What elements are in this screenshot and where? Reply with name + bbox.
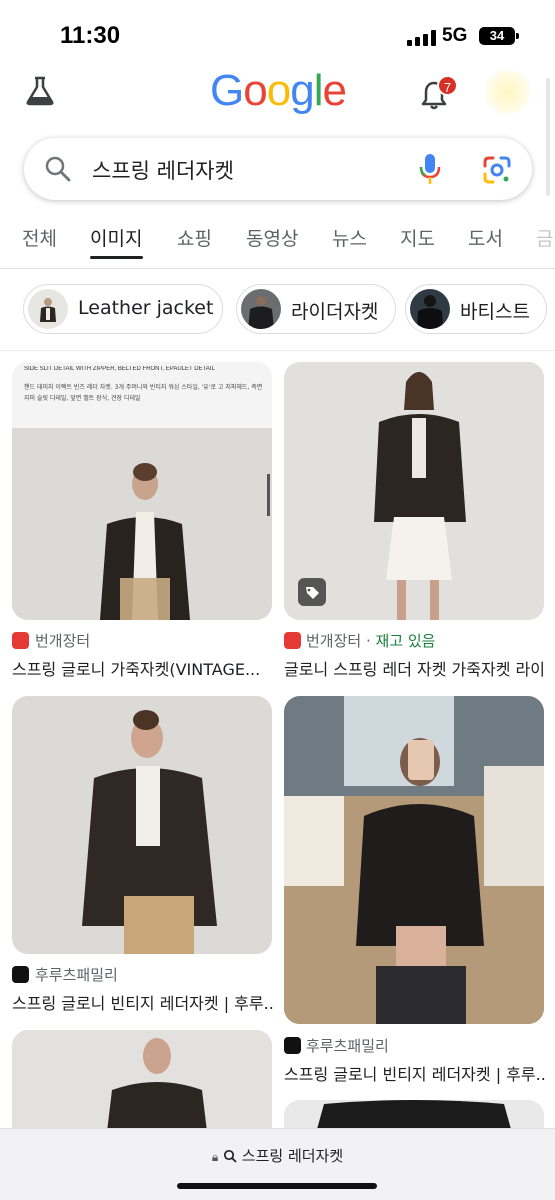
jacket-photo xyxy=(12,1030,272,1140)
address-bar[interactable]: 🔒︎ 스프링 레더자켓 xyxy=(0,1145,555,1166)
jacket-photo xyxy=(12,428,272,620)
camera-lens-icon[interactable] xyxy=(482,155,512,185)
chip-thumbnail xyxy=(410,289,450,329)
status-bar: 11:30 5G 34 xyxy=(0,0,555,70)
bungae-logo-icon xyxy=(12,632,29,649)
tab-more[interactable]: 금 xyxy=(536,224,553,251)
notification-badge: 7 xyxy=(437,75,458,96)
signal-icon xyxy=(407,30,437,46)
result-source: 후루츠패밀리 xyxy=(35,966,118,984)
product-caption-panel: SIDE SLIT DETAIL WITH ZIPPER, BELTED FRO… xyxy=(12,362,272,428)
active-tab-indicator xyxy=(90,256,143,259)
result-source: 번개장터 xyxy=(35,632,91,650)
tab-videos[interactable]: 동영상 xyxy=(246,224,298,251)
result-image[interactable] xyxy=(284,362,544,620)
result-image[interactable]: SIDE SLIT DETAIL WITH ZIPPER, BELTED FRO… xyxy=(12,362,272,620)
battery-icon: 34 xyxy=(479,27,519,45)
search-tabs: 전체 이미지 쇼핑 동영상 뉴스 지도 도서 금 xyxy=(0,224,555,270)
chip-rider-jacket[interactable]: 라이더자켓 xyxy=(236,284,396,334)
stock-status: 재고 있음 xyxy=(375,632,436,650)
divider xyxy=(0,268,555,269)
search-icon xyxy=(44,155,72,183)
google-logo[interactable]: Google xyxy=(210,66,347,116)
chip-leather-jacket[interactable]: Leather jacket xyxy=(23,284,223,334)
result-image[interactable] xyxy=(12,1030,272,1140)
divider xyxy=(0,350,555,351)
result-title[interactable]: 스프링 글로니 빈티지 레더자켓 | 후루... xyxy=(284,1061,546,1085)
bungae-logo-icon xyxy=(284,632,301,649)
home-indicator[interactable] xyxy=(177,1183,377,1189)
tab-shopping[interactable]: 쇼핑 xyxy=(177,224,212,251)
price-tag-icon xyxy=(298,578,326,606)
result-source: 후루츠패밀리 xyxy=(306,1037,389,1055)
chip-label: 바티스트 xyxy=(460,301,530,323)
status-time: 11:30 xyxy=(60,22,121,49)
fruits-family-logo-icon xyxy=(284,1037,301,1054)
scrollbar[interactable] xyxy=(546,78,550,196)
chip-batiste[interactable]: 바티스트 xyxy=(405,284,547,334)
tab-news[interactable]: 뉴스 xyxy=(332,224,367,251)
jacket-photo xyxy=(284,696,544,1024)
microphone-icon[interactable] xyxy=(416,152,444,186)
tab-all[interactable]: 전체 xyxy=(22,224,57,251)
result-source: 번개장터 · 재고 있음 xyxy=(306,632,436,650)
search-bar[interactable]: 스프링 레더자켓 xyxy=(24,138,532,200)
chip-thumbnail xyxy=(28,289,68,329)
result-title[interactable]: 스프링 글로니 빈티지 레더자켓 | 후루... xyxy=(12,990,274,1014)
lock-icon: 🔒︎ xyxy=(211,1150,219,1164)
browser-address-bar[interactable]: 🔒︎ 스프링 레더자켓 xyxy=(0,1128,555,1200)
search-input[interactable]: 스프링 레더자켓 xyxy=(92,155,234,185)
chip-thumbnail xyxy=(241,289,281,329)
search-icon xyxy=(223,1149,237,1163)
chip-label: Leather jacket xyxy=(78,297,214,319)
fruits-family-logo-icon xyxy=(12,966,29,983)
tab-books[interactable]: 도서 xyxy=(468,224,503,251)
caption-heading: SIDE SLIT DETAIL WITH ZIPPER, BELTED FRO… xyxy=(24,366,215,372)
result-title[interactable]: 스프링 글로니 가죽자켓(VINTAGE... xyxy=(12,656,274,680)
caption-body: 핸드 데미지 이펙트 빈즈 레더 자켓. 3개 주머니와 빈티지 워싱 스타일,… xyxy=(24,384,263,402)
avatar[interactable] xyxy=(486,70,530,114)
tab-maps[interactable]: 지도 xyxy=(400,224,435,251)
flask-icon[interactable] xyxy=(24,75,56,107)
chip-label: 라이더자켓 xyxy=(291,301,379,323)
jacket-photo xyxy=(12,696,272,954)
network-label: 5G xyxy=(442,25,468,46)
tab-images[interactable]: 이미지 xyxy=(90,224,142,251)
result-title[interactable]: 글로니 스프링 레더 자켓 가죽자켓 라이... xyxy=(284,656,546,680)
result-image[interactable] xyxy=(12,696,272,954)
result-image[interactable] xyxy=(284,696,544,1024)
address-text: 스프링 레더자켓 xyxy=(241,1147,344,1165)
